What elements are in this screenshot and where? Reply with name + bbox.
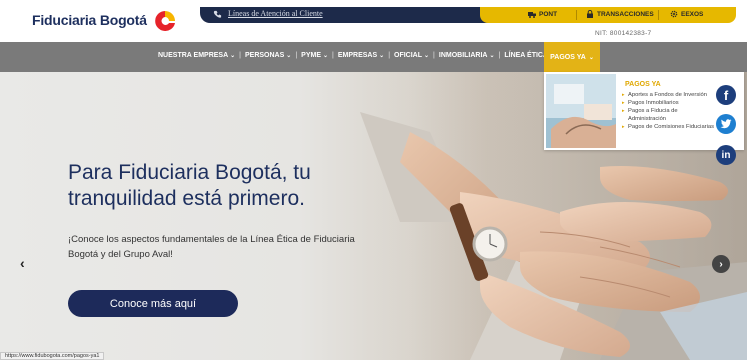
- hero-title: Para Fiduciaria Bogotá, tu tranquilidad …: [68, 161, 311, 210]
- dropdown-item-administracion[interactable]: Pagos a Fiducia de Administración: [622, 107, 682, 123]
- nav-separator: |: [498, 52, 501, 59]
- transacciones-button[interactable]: TRANSACCIONES: [586, 10, 654, 18]
- nav-label: NUESTRA EMPRESA: [158, 52, 229, 59]
- pont-label: PONT: [539, 10, 558, 18]
- nav-item-pyme[interactable]: PYME ⌄: [301, 52, 328, 59]
- chevron-down-icon: ⌄: [323, 53, 329, 59]
- phone-icon: [213, 10, 222, 18]
- gear-icon: [670, 10, 678, 18]
- nav-item-personas[interactable]: PERSONAS ⌄: [245, 52, 291, 59]
- dropdown-item-aportes[interactable]: Aportes a Fondos de Inversión: [622, 91, 714, 99]
- linkedin-icon[interactable]: in: [716, 145, 736, 165]
- divider: [658, 10, 659, 20]
- facebook-icon[interactable]: f: [716, 85, 736, 105]
- eexos-label: EEXOS: [681, 10, 704, 18]
- nav-label: OFICIAL: [394, 52, 423, 59]
- nav-label: PYME: [301, 52, 321, 59]
- nav-separator: |: [433, 52, 435, 59]
- nav-separator: |: [388, 52, 391, 59]
- pagos-ya-dropdown: PAGOS YA Aportes a Fondos de Inversión P…: [544, 72, 744, 150]
- carousel-next-icon[interactable]: ›: [712, 255, 730, 273]
- facebook-glyph: f: [723, 87, 729, 103]
- pont-button[interactable]: PONT: [528, 10, 557, 18]
- nav-label: PERSONAS: [245, 52, 285, 59]
- site-header: Fiduciaria Bogotá Líneas de Atención al …: [0, 0, 747, 42]
- nav-label: LÍNEA ÉTICA: [504, 52, 549, 59]
- hero-subtitle: ¡Conoce los aspectos fundamentales de la…: [68, 234, 355, 260]
- main-nav: NUESTRA EMPRESA ⌄ | PERSONAS ⌄ | PYME ⌄ | E…: [0, 42, 747, 72]
- nav-separator: |: [332, 52, 334, 59]
- dropdown-item-inmobiliarios[interactable]: Pagos Inmobiliarios: [622, 99, 714, 107]
- nav-item-pagos-ya[interactable]: PAGOS YA ⌄: [544, 42, 600, 72]
- carousel-prev-icon[interactable]: ‹: [20, 255, 25, 271]
- eexos-button[interactable]: EEXOS: [670, 10, 703, 18]
- chevron-down-icon: ⌄: [230, 53, 236, 59]
- handshake-image: [546, 74, 616, 148]
- customer-service-link[interactable]: Líneas de Atención al Cliente: [228, 9, 323, 18]
- nav-label: PAGOS YA: [550, 53, 586, 61]
- logo-mark-icon: [155, 11, 175, 31]
- conoce-mas-button[interactable]: Conoce más aquí: [68, 290, 238, 317]
- chevron-down-icon: ⌄: [588, 54, 594, 61]
- dropdown-item-comisiones[interactable]: Pagos de Comisiones Fiduciarias: [622, 123, 714, 131]
- chevron-down-icon: ⌄: [379, 53, 385, 59]
- nav-item-empresas[interactable]: EMPRESAS ⌄: [338, 52, 384, 59]
- nav-separator: |: [239, 52, 241, 59]
- transacciones-label: TRANSACCIONES: [597, 10, 654, 18]
- lock-icon: [587, 10, 593, 18]
- dropdown-list: Aportes a Fondos de Inversión Pagos Inmo…: [622, 91, 714, 131]
- nav-separator: |: [295, 52, 298, 59]
- linkedin-glyph: in: [721, 149, 731, 161]
- chevron-down-icon: ⌄: [489, 53, 495, 59]
- quick-access-bar: PONT TRANSACCIONES EEXOS: [480, 7, 736, 23]
- nav-item-nuestra-empresa[interactable]: NUESTRA EMPRESA ⌄: [158, 52, 235, 59]
- twitter-icon[interactable]: [716, 114, 736, 134]
- nit-number: NIT: 800142383-7: [595, 30, 652, 37]
- browser-status-url: https://www.fidubogota.com/pagos-ya1: [0, 352, 105, 360]
- divider: [576, 10, 577, 20]
- nav-label: EMPRESAS: [337, 52, 378, 59]
- chevron-down-icon: ⌄: [424, 53, 430, 59]
- logo[interactable]: Fiduciaria Bogotá: [32, 9, 178, 31]
- nav-label: INMOBILIARIA: [438, 52, 488, 59]
- dropdown-title: PAGOS YA: [625, 81, 661, 88]
- logo-text: Fiduciaria Bogotá: [32, 12, 147, 28]
- twitter-bird-icon: [720, 119, 732, 129]
- nav-items: NUESTRA EMPRESA ⌄ | PERSONAS ⌄ | PYME ⌄ | E…: [158, 52, 555, 59]
- chevron-down-icon: ⌄: [286, 53, 292, 59]
- nav-item-oficial[interactable]: OFICIAL ⌄: [394, 52, 429, 59]
- nav-item-inmobiliaria[interactable]: INMOBILIARIA ⌄: [439, 52, 495, 59]
- truck-icon: [528, 12, 536, 18]
